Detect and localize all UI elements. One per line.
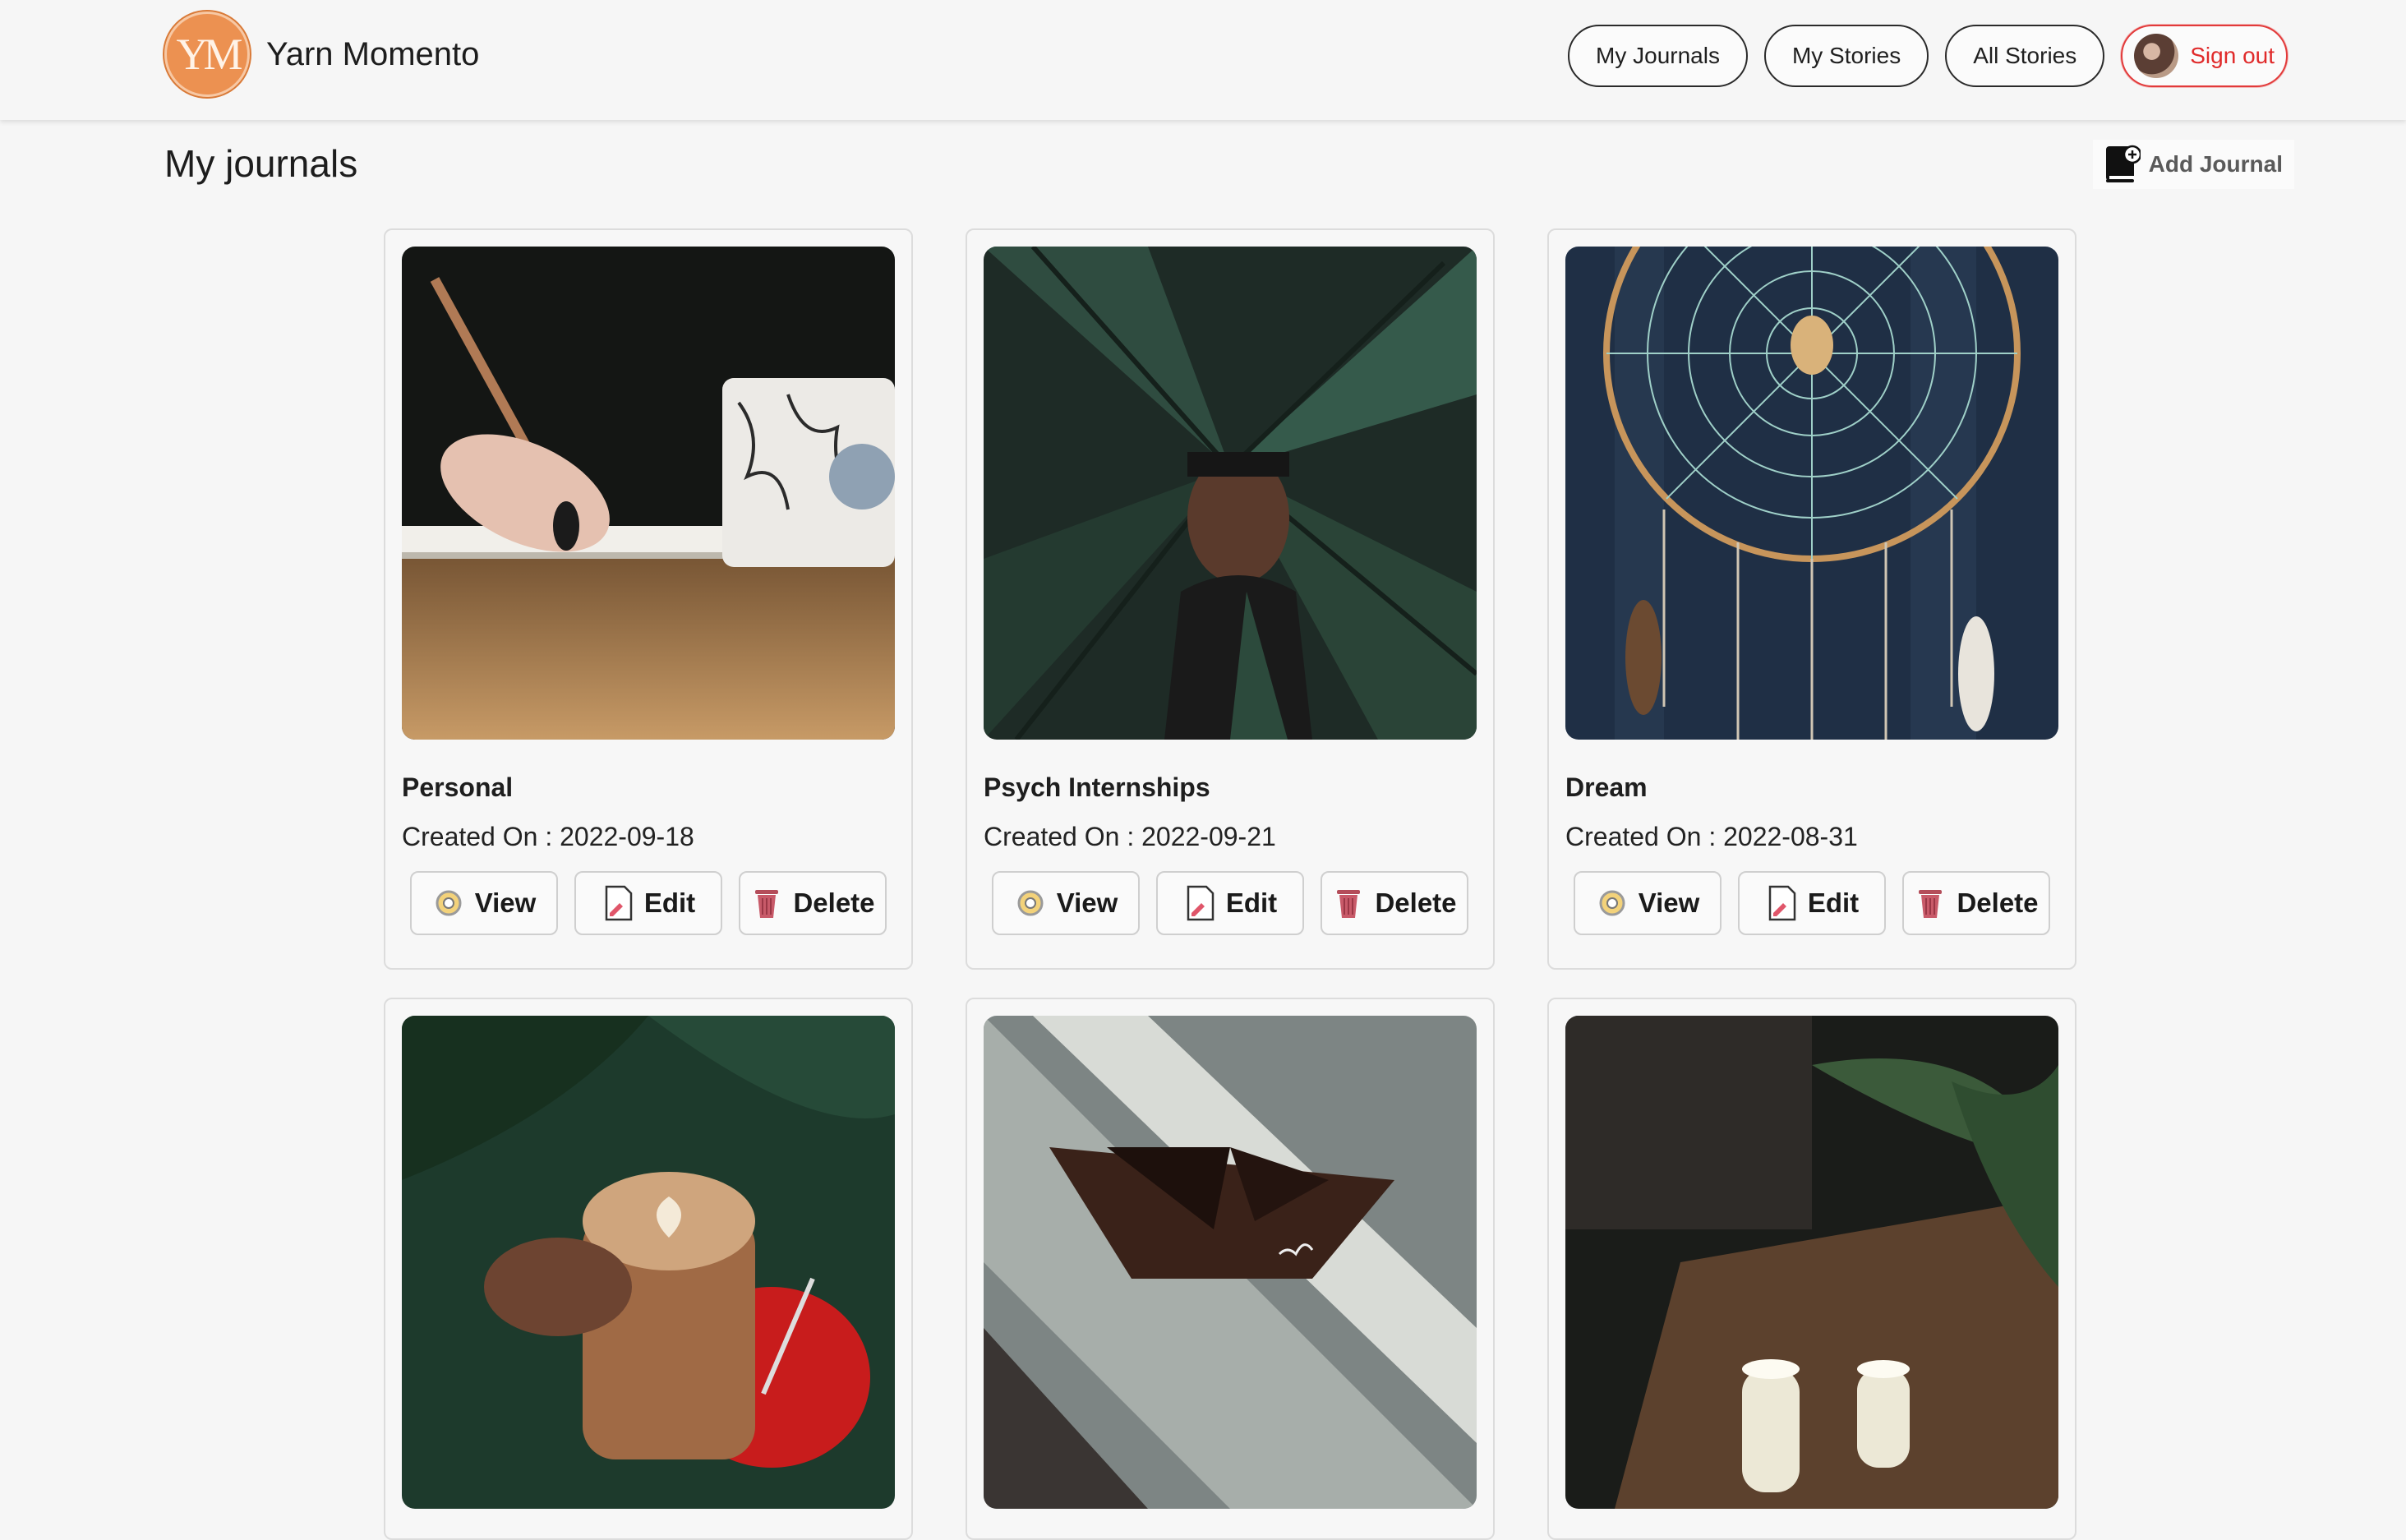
brand-name: Yarn Momento xyxy=(266,35,480,72)
journal-card: Dream Created On : 2022-08-31 View Edit … xyxy=(1547,228,2076,970)
add-journal-button[interactable]: Add Journal xyxy=(2092,140,2294,189)
trash-icon xyxy=(1919,890,1943,918)
card-actions: View Edit Delete xyxy=(992,871,1468,935)
card-actions: View Edit Delete xyxy=(1574,871,2050,935)
delete-label: Delete xyxy=(793,888,875,918)
trash-icon xyxy=(1337,890,1361,918)
view-label: View xyxy=(1056,888,1118,918)
gear-view-icon xyxy=(1017,890,1044,916)
edit-label: Edit xyxy=(643,888,696,918)
delete-button[interactable]: Delete xyxy=(1902,871,2050,935)
delete-label: Delete xyxy=(1375,888,1457,918)
top-navbar: YM Yarn Momento My Journals My Stories A… xyxy=(0,0,2406,120)
journal-cover-image[interactable] xyxy=(402,247,895,740)
document-edit-icon xyxy=(1187,885,1215,921)
journal-cover-image[interactable] xyxy=(984,247,1477,740)
nav-buttons: My Journals My Stories All Stories Sign … xyxy=(1568,25,2288,87)
nav-all-stories-button[interactable]: All Stories xyxy=(1945,25,2105,87)
view-label: View xyxy=(474,888,537,918)
journal-cover-image[interactable] xyxy=(1565,247,2058,740)
edit-label: Edit xyxy=(1807,888,1860,918)
journal-cover-image[interactable] xyxy=(1565,1016,2058,1509)
journal-created-date: Created On : 2022-09-21 xyxy=(984,822,1276,851)
card-actions: View Edit Delete xyxy=(410,871,887,935)
journal-title: Personal xyxy=(402,772,514,802)
nav-my-stories-button[interactable]: My Stories xyxy=(1763,25,1929,87)
view-label: View xyxy=(1638,888,1700,918)
brand[interactable]: YM Yarn Momento xyxy=(164,12,479,97)
edit-button[interactable]: Edit xyxy=(574,871,722,935)
journal-grid: Personal Created On : 2022-09-18 View Ed… xyxy=(384,228,2076,1540)
edit-button[interactable]: Edit xyxy=(1156,871,1304,935)
journal-card xyxy=(384,998,913,1540)
sign-out-button[interactable]: Sign out xyxy=(2121,25,2288,87)
view-button[interactable]: View xyxy=(1574,871,1722,935)
journal-created-date: Created On : 2022-09-18 xyxy=(402,822,694,851)
document-edit-icon xyxy=(1768,885,1796,921)
journal-created-date: Created On : 2022-08-31 xyxy=(1565,822,1858,851)
edit-label: Edit xyxy=(1225,888,1278,918)
journal-card xyxy=(966,998,1495,1540)
gear-view-icon xyxy=(436,890,462,916)
journal-card xyxy=(1547,998,2076,1540)
journal-card: Psych Internships Created On : 2022-09-2… xyxy=(966,228,1495,970)
sign-out-label: Sign out xyxy=(2190,43,2275,68)
journal-title: Dream xyxy=(1565,772,1648,802)
journal-title: Psych Internships xyxy=(984,772,1210,802)
book-plus-icon xyxy=(2104,143,2141,186)
journal-card: Personal Created On : 2022-09-18 View Ed… xyxy=(384,228,913,970)
document-edit-icon xyxy=(605,885,633,921)
delete-button[interactable]: Delete xyxy=(739,871,887,935)
logo: YM xyxy=(164,12,250,97)
trash-icon xyxy=(755,890,779,918)
page-title: My journals xyxy=(164,142,358,185)
gear-view-icon xyxy=(1599,890,1625,916)
view-button[interactable]: View xyxy=(410,871,558,935)
edit-button[interactable]: Edit xyxy=(1738,871,1886,935)
view-button[interactable]: View xyxy=(992,871,1140,935)
journal-cover-image[interactable] xyxy=(984,1016,1477,1509)
nav-my-journals-button[interactable]: My Journals xyxy=(1568,25,1748,87)
delete-button[interactable]: Delete xyxy=(1321,871,1468,935)
avatar xyxy=(2134,34,2179,78)
journal-cover-image[interactable] xyxy=(402,1016,895,1509)
add-journal-label: Add Journal xyxy=(2148,151,2283,177)
delete-label: Delete xyxy=(1957,888,2039,918)
